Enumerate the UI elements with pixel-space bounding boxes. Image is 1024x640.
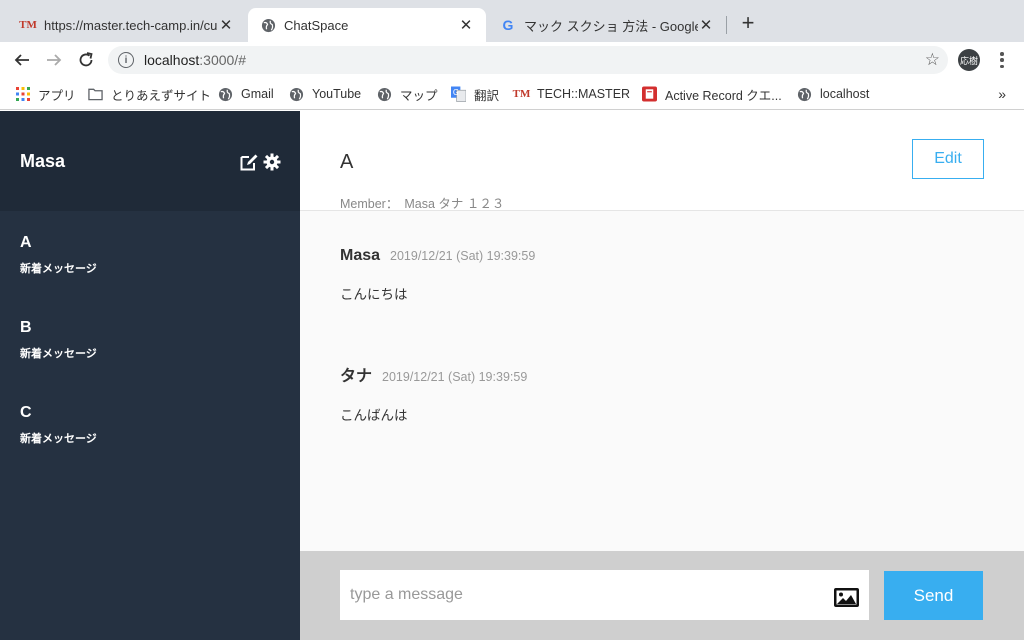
arrow-left-icon (14, 54, 29, 66)
group-latest-message: 新着メッセージ (20, 263, 97, 275)
globe-icon (218, 87, 233, 102)
bookmark-translate[interactable]: G 翻訳 (451, 86, 500, 103)
message-item: タナ 2019/12/21 (Sat) 19:39:59 こんばんは (340, 362, 527, 424)
bookmark-youtube[interactable]: YouTube (289, 86, 361, 102)
chat-main: A Member： Masa タナ １２３ Edit Masa 2019/12/2… (300, 111, 1024, 640)
edit-button[interactable]: Edit (912, 139, 984, 179)
reload-icon (79, 52, 93, 67)
tab-title: ChatSpace (284, 17, 349, 33)
sidebar: Masa A 新着メッセージ B 新着メッセージ C 新着メッセージ (0, 111, 300, 640)
image-upload-icon[interactable] (834, 588, 860, 608)
message-input[interactable]: type a message (340, 570, 869, 620)
apps-grid-icon (15, 87, 30, 102)
current-user-name: Masa (20, 151, 66, 171)
message-date: 2019/12/21 (Sat) 19:39:59 (390, 249, 536, 263)
send-button[interactable]: Send (884, 571, 983, 620)
bookmark-label: TECH::MASTER (537, 87, 631, 101)
bookmark-techmaster[interactable]: TM TECH::MASTER (512, 86, 631, 102)
chat-header: A Member： Masa タナ １２３ Edit (300, 111, 1024, 211)
message-text: こんばんは (340, 408, 408, 423)
tab-title: https://master.tech-camp.in/cu (44, 17, 218, 33)
techmaster-favicon-icon: TM (19, 19, 37, 31)
svg-text:G: G (453, 88, 459, 97)
group-name: A (20, 234, 32, 251)
member-list: Member： Masa タナ １２３ (340, 193, 504, 212)
bookmarks-bar: アプリ とりあえずサイト Gmail YouTube マップ G 翻訳 TM T… (0, 78, 1024, 110)
info-icon[interactable]: i (118, 52, 134, 68)
group-title: A (340, 151, 354, 173)
google-favicon-icon: G (502, 17, 514, 33)
message-meta: Masa 2019/12/21 (Sat) 19:39:59 (340, 247, 535, 265)
tab-google-search[interactable]: G マック スクショ 方法 - Google 検 ✕ (488, 8, 726, 42)
group-latest-message: 新着メッセージ (20, 348, 97, 360)
tab-close-icon[interactable]: ✕ (458, 16, 474, 34)
tab-close-icon[interactable]: ✕ (218, 16, 234, 34)
member-label: Member： (340, 197, 399, 211)
group-item-a[interactable]: A 新着メッセージ (20, 234, 97, 276)
bookmark-label: localhost (820, 87, 870, 101)
address-bar[interactable]: i localhost:3000/# ☆ (108, 46, 948, 74)
group-item-c[interactable]: C 新着メッセージ (20, 404, 97, 446)
bookmark-active-record[interactable]: Active Record クエ... (642, 86, 782, 103)
browser-tab-strip: TM https://master.tech-camp.in/cu ✕ Chat… (0, 0, 1024, 42)
globe-icon (289, 87, 304, 102)
tab-title: マック スクショ 方法 - Google 検 (524, 18, 698, 34)
back-button[interactable] (10, 48, 34, 72)
group-latest-message: 新着メッセージ (20, 433, 97, 445)
message-form: type a message Send (300, 551, 1024, 640)
tab-techmaster[interactable]: TM https://master.tech-camp.in/cu ✕ (8, 8, 246, 42)
group-name: B (20, 319, 32, 336)
message-meta: タナ 2019/12/21 (Sat) 19:39:59 (340, 362, 527, 386)
bookmark-label: Active Record クエ... (665, 88, 782, 103)
bookmark-label: YouTube (312, 87, 362, 101)
red-book-icon (642, 86, 657, 102)
globe-icon (260, 17, 276, 33)
tab-chatspace[interactable]: ChatSpace ✕ (248, 8, 486, 42)
bookmark-label: マップ (400, 88, 438, 103)
globe-icon (797, 87, 812, 102)
browser-toolbar: i localhost:3000/# ☆ 応樹 (0, 42, 1024, 78)
gear-icon[interactable] (263, 153, 281, 171)
globe-icon (377, 87, 392, 102)
group-name: C (20, 404, 32, 421)
profile-avatar[interactable]: 応樹 (958, 49, 980, 71)
browser-menu-icon[interactable] (992, 50, 1012, 70)
bookmark-label: アプリ (38, 88, 76, 103)
bookmark-label: 翻訳 (474, 88, 500, 103)
bookmarks-overflow-button[interactable]: » (998, 86, 1006, 102)
message-sender: Masa (340, 247, 381, 264)
message-input-placeholder: type a message (350, 586, 463, 603)
techmaster-favicon-icon: TM (512, 88, 531, 100)
bookmark-folder[interactable]: とりあえずサイト (88, 86, 212, 103)
url-text: localhost:3000/# (144, 52, 246, 68)
bookmark-maps[interactable]: マップ (377, 86, 438, 103)
bookmark-label: とりあえずサイト (111, 88, 212, 103)
forward-button[interactable] (42, 48, 66, 72)
tab-separator (726, 16, 727, 34)
group-item-b[interactable]: B 新着メッセージ (20, 319, 97, 361)
reload-button[interactable] (74, 48, 98, 72)
bookmark-star-icon[interactable]: ☆ (925, 50, 940, 70)
bookmark-localhost[interactable]: localhost (797, 86, 869, 102)
folder-icon (88, 87, 103, 102)
tab-close-icon[interactable]: ✕ (698, 16, 714, 34)
bookmark-gmail[interactable]: Gmail (218, 86, 274, 102)
arrow-right-icon (47, 54, 62, 66)
member-names: Masa タナ １２３ (404, 197, 505, 211)
message-item: Masa 2019/12/21 (Sat) 19:39:59 こんにちは (340, 247, 535, 303)
new-tab-button[interactable]: + (736, 12, 760, 36)
edit-group-icon[interactable] (240, 153, 258, 171)
translate-icon: G (451, 86, 466, 102)
message-sender: タナ (340, 368, 373, 385)
message-text: こんにちは (340, 287, 408, 302)
message-date: 2019/12/21 (Sat) 19:39:59 (382, 370, 528, 384)
bookmark-label: Gmail (241, 87, 274, 101)
bookmark-apps[interactable]: アプリ (15, 86, 76, 103)
sidebar-header: Masa (0, 111, 300, 211)
